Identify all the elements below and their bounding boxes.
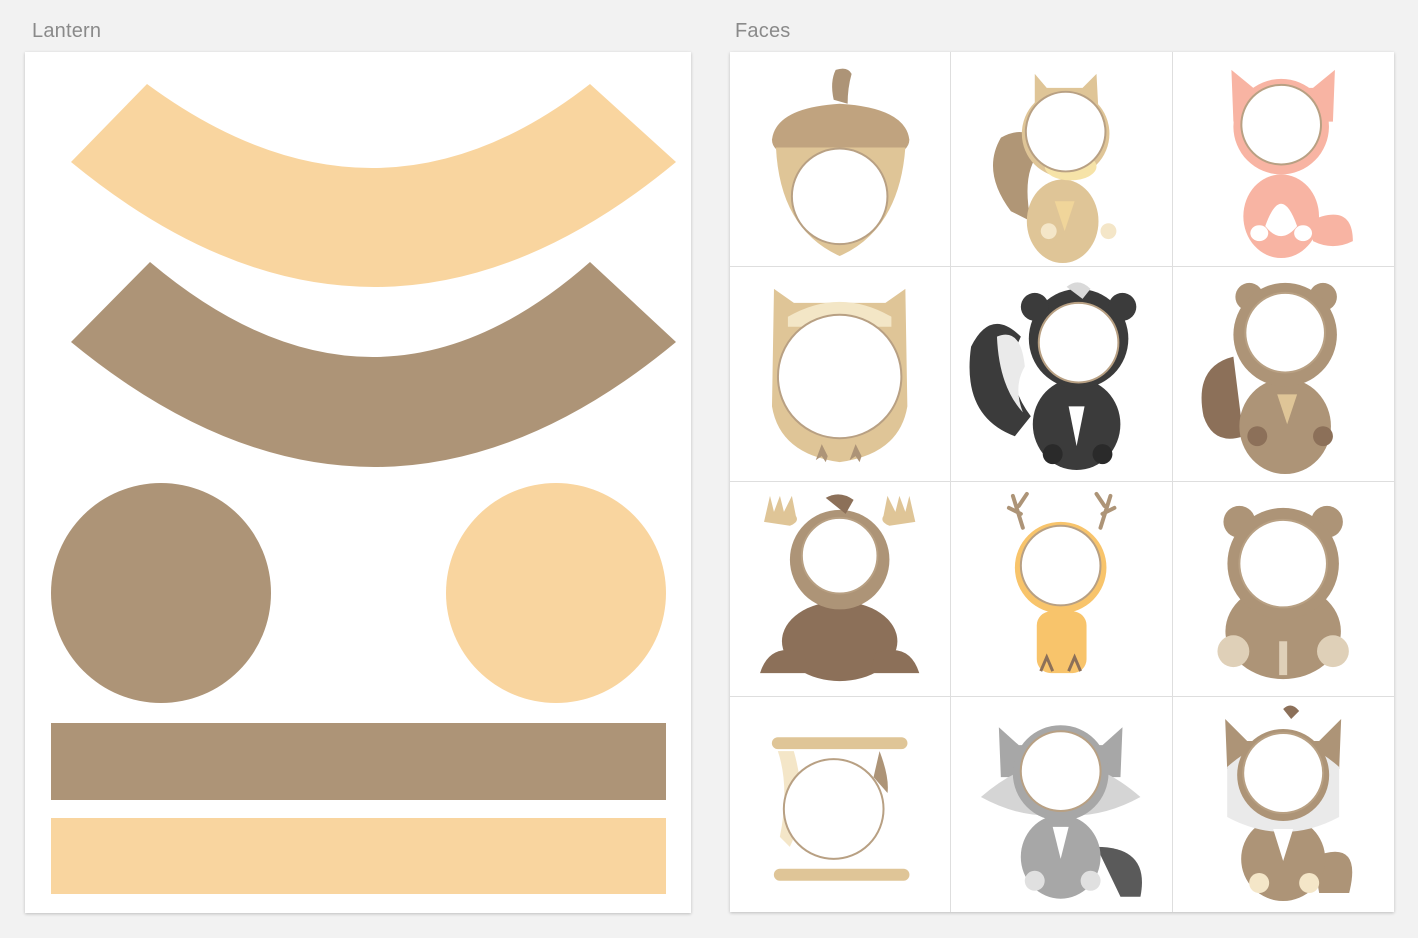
face-cell-deer[interactable] — [951, 482, 1173, 697]
face-cell-owl[interactable] — [730, 267, 952, 482]
peach-circle-piece[interactable] — [446, 483, 666, 703]
faces-artboard[interactable] — [730, 52, 1394, 912]
bear-icon — [1217, 505, 1349, 680]
face-cell-squirrel[interactable] — [951, 52, 1173, 267]
wolf-icon — [1224, 705, 1352, 901]
face-cell-beaver[interactable] — [1172, 267, 1394, 482]
face-cell-wolf[interactable] — [1173, 697, 1394, 912]
tan-arc-piece[interactable] — [71, 262, 676, 467]
acorn-icon — [771, 68, 910, 257]
face-cell-fox[interactable] — [1172, 52, 1394, 267]
face-cell-moose[interactable] — [730, 482, 952, 697]
face-cell-skunk[interactable] — [951, 267, 1173, 482]
moose-icon — [760, 494, 920, 682]
squirrel-icon — [993, 73, 1117, 264]
peach-arc-piece[interactable] — [71, 84, 676, 287]
tan-strip-piece[interactable] — [51, 723, 666, 800]
lantern-artboard[interactable] — [25, 52, 691, 913]
deer-icon — [1007, 491, 1117, 674]
owl-icon — [771, 288, 908, 463]
skunk-icon — [969, 282, 1137, 471]
artboard-label-lantern[interactable]: Lantern — [32, 20, 101, 43]
face-cell-raccoon[interactable] — [951, 697, 1173, 912]
face-cell-scroll[interactable] — [730, 697, 952, 912]
artboard-label-faces[interactable]: Faces — [735, 20, 790, 43]
scroll-icon — [771, 737, 910, 881]
lantern-pieces — [51, 84, 676, 894]
peach-strip-piece[interactable] — [51, 818, 666, 894]
tan-circle-piece[interactable] — [51, 483, 271, 703]
raccoon-icon — [981, 725, 1143, 899]
beaver-icon — [1201, 282, 1337, 475]
fox-icon — [1231, 69, 1353, 259]
face-cell-bear[interactable] — [1172, 482, 1394, 697]
face-cell-acorn[interactable] — [730, 52, 952, 267]
